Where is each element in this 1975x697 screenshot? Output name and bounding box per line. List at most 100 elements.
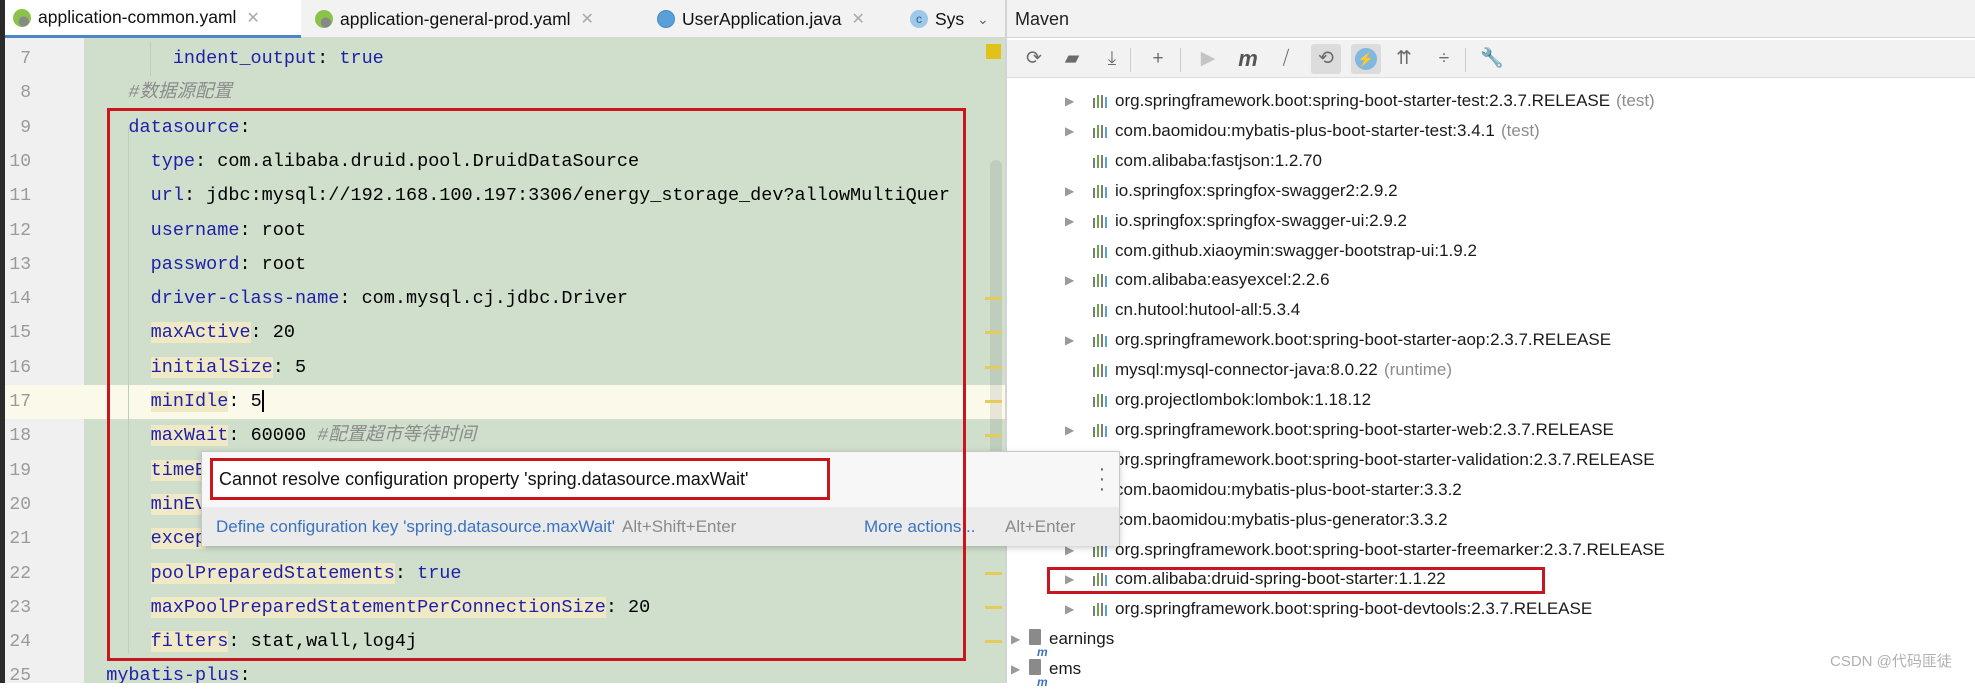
close-icon[interactable]: ✕ [852,9,865,29]
dependency-item[interactable]: ▶ io.springfox:springfox-swagger2:2.9.2 [1007,176,1967,206]
dependency-item[interactable]: cn.hutool:hutool-all:5.3.4 [1007,295,1967,325]
maven-module-item[interactable]: ▶ m earnings [1007,624,1967,659]
expand-arrow-icon[interactable]: ▶ [1011,624,1020,654]
code-line[interactable]: initialSize: 5 [84,351,1005,385]
expand-arrow-icon[interactable]: ▶ [1065,116,1074,146]
library-icon [1093,304,1109,318]
execute-goal-icon[interactable]: m [1233,44,1263,74]
close-icon[interactable]: ✕ [246,8,259,28]
add-icon[interactable]: + [1143,44,1173,74]
java-spring-icon [657,10,675,28]
chevron-down-icon[interactable]: ⌄ [977,0,989,38]
scrollbar-warning-marker[interactable] [985,365,1002,369]
library-icon-bar [1101,423,1103,437]
yaml-value: 5 [250,391,262,412]
tab-application-general-prod-yaml[interactable]: application-general-prod.yaml ✕ [315,0,594,38]
dependency-item[interactable]: ▶org.springframework.boot:spring-boot-st… [1007,535,1967,565]
code-line[interactable]: maxActive: 20 [84,316,1005,350]
code-line[interactable]: indent_output: true [84,42,1005,76]
scrollbar-warning-marker[interactable] [985,297,1002,301]
line-number: 22 [9,563,31,584]
dependency-item[interactable]: com.github.xiaoymin:swagger-bootstrap-ui… [1007,236,1967,266]
scrollbar-warning-marker[interactable] [985,571,1002,575]
show-dependencies-icon[interactable]: ⚡ [1351,44,1381,74]
code-line[interactable]: url: jdbc:mysql://192.168.100.197:3306/e… [84,179,1005,213]
fix-shortcut: Alt+Shift+Enter [622,517,737,536]
dependency-item[interactable]: ▶com.baomidou:mybatis-plus-generator:3.3… [1007,505,1967,535]
library-icon-bar [1093,187,1095,198]
expand-arrow-icon[interactable]: ▶ [1011,654,1020,684]
toggle-offline-icon[interactable]: ⧸ [1271,44,1301,74]
dependency-item[interactable]: com.alibaba:fastjson:1.2.70 [1007,146,1967,176]
collapse-all-icon[interactable]: ÷ [1429,44,1459,74]
yaml-separator: : [250,322,273,344]
run-icon[interactable]: ▶ [1193,44,1223,74]
line-number: 7 [20,49,31,69]
expand-all-icon[interactable]: ⇈ [1389,44,1419,74]
library-icon-bar [1101,124,1103,138]
download-icon[interactable]: ⤓ [1097,44,1127,74]
scrollbar-warning-marker[interactable] [985,400,1002,403]
dependency-item[interactable]: ▶com.baomidou:mybatis-plus-boot-starter:… [1007,475,1967,505]
expand-arrow-icon[interactable]: ▶ [1065,265,1074,295]
dependency-item[interactable]: ▶org.springframework.boot:spring-boot-st… [1007,445,1967,475]
yaml-separator: : [183,185,207,207]
expand-arrow-icon[interactable]: ▶ [1065,325,1074,355]
expand-arrow-icon[interactable]: ▶ [1065,594,1074,624]
expand-arrow-icon[interactable]: ▶ [1065,86,1074,116]
line-number: 14 [9,289,31,310]
code-line[interactable]: driver-class-name: com.mysql.cj.jdbc.Dri… [84,282,1005,316]
define-configuration-key-link[interactable]: Define configuration key 'spring.datasou… [216,507,615,546]
dependency-label: com.alibaba:easyexcel:2.2.6 [1115,270,1330,290]
more-actions-link[interactable]: More actions... [864,507,976,546]
code-line[interactable]: password: root [84,248,1005,282]
skip-tests-icon[interactable]: ⟲ [1311,44,1341,74]
expand-arrow-icon[interactable]: ▶ [1065,206,1074,236]
settings-wrench-icon[interactable]: 🔧 [1477,44,1507,74]
dependency-item[interactable]: mysql:mysql-connector-java:8.0.22 (runtim… [1007,355,1967,385]
scrollbar-warning-marker[interactable] [985,434,1002,438]
tab-sys[interactable]: c Sys [910,0,972,38]
vertical-scrollbar[interactable] [990,160,1002,460]
close-icon[interactable]: ✕ [581,9,594,29]
expand-arrow-icon[interactable]: ▶ [1065,176,1074,206]
warning-status-indicator[interactable] [986,44,1001,59]
dependency-item[interactable]: ▶ org.springframework.boot:spring-boot-de… [1007,594,1967,624]
scrollbar-warning-marker[interactable] [985,605,1002,609]
dependency-item[interactable]: ▶ com.baomidou:mybatis-plus-boot-starter-… [1007,116,1967,146]
dependency-item[interactable]: ▶ com.alibaba:easyexcel:2.2.6 [1007,265,1967,295]
scrollbar-warning-marker[interactable] [985,640,1002,644]
code-editor[interactable]: application-common.yaml ✕ application-ge… [0,0,1005,683]
code-line[interactable]: mybatis-plus: [84,659,1005,683]
code-line[interactable]: datasource: [84,111,1005,145]
code-line[interactable]: type: com.alibaba.druid.pool.DruidDataSo… [84,145,1005,179]
code-line[interactable]: poolPreparedStatements: true [84,557,1005,591]
code-line[interactable]: username: root [84,214,1005,248]
code-line[interactable]: minIdle: 5 [84,385,1005,419]
dependency-item[interactable]: org.projectlombok:lombok:1.18.12 [1007,385,1967,415]
code-line[interactable]: filters: stat,wall,log4j [84,625,1005,659]
maven-module-item[interactable]: ▶ m ems [1007,654,1967,689]
line-number: 25 [9,666,31,683]
reload-icon[interactable]: ⟳ [1019,44,1049,74]
library-icon-bar [1093,337,1095,348]
scrollbar-warning-marker[interactable] [985,331,1002,335]
dependency-label: com.baomidou:mybatis-plus-boot-starter-t… [1115,120,1495,140]
code-line[interactable]: maxWait: 60000 #配置超市等待时间 [84,419,1005,453]
kebab-menu-icon[interactable]: · · · [1097,459,1107,499]
expand-arrow-icon[interactable]: ▶ [1065,415,1074,445]
dependency-item[interactable]: ▶org.springframework.boot:spring-boot-st… [1007,86,1967,116]
generate-sources-icon[interactable]: ▰ [1057,44,1087,74]
dependency-item[interactable]: ▶org.springframework.boot:spring-boot-st… [1007,415,1967,445]
tab-application-common-yaml[interactable]: application-common.yaml ✕ [5,0,301,38]
dependency-item[interactable]: ▶org.springframework.boot:spring-boot-st… [1007,325,1967,355]
line-number: 16 [9,357,31,378]
toolbar-separator [1180,48,1181,72]
library-icon-bar [1101,364,1103,378]
tab-user-application-java[interactable]: UserApplication.java ✕ [657,0,865,38]
code-line[interactable]: maxPoolPreparedStatementPerConnectionSiz… [84,591,1005,625]
dependency-item[interactable]: ▶ io.springfox:springfox-swagger-ui:2.9.2 [1007,206,1967,236]
code-line[interactable]: #数据源配置 [84,76,1005,110]
